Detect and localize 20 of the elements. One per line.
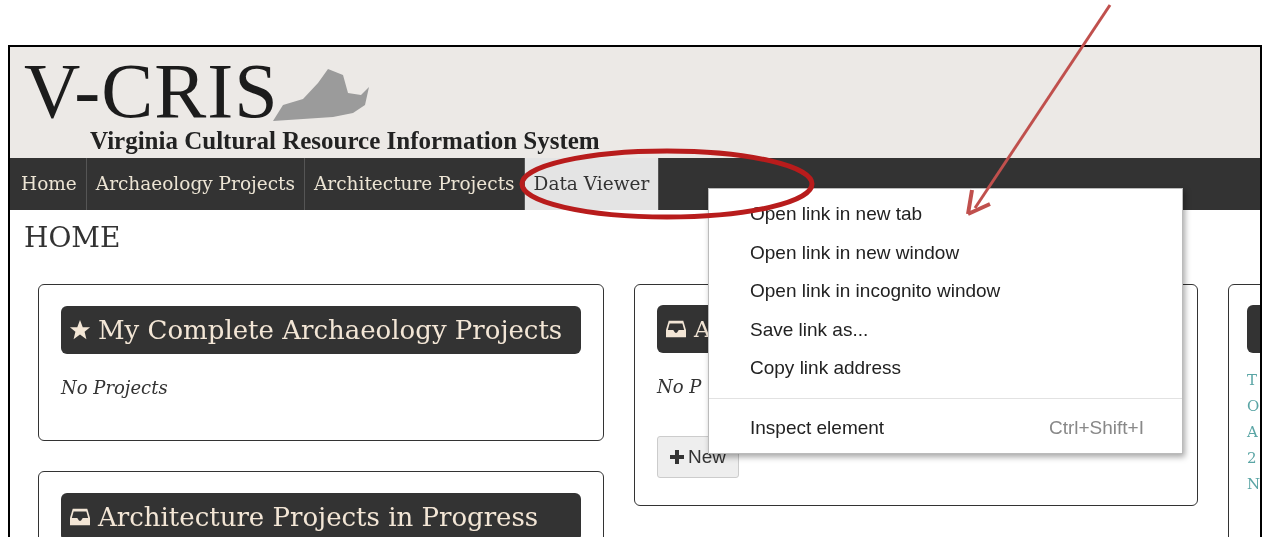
menu-item[interactable]: Open link in incognito window [709,272,1182,311]
nav-tab[interactable]: Data Viewer [524,158,660,210]
empty-message: No P [657,375,702,399]
nav-tab[interactable]: Architecture Projects [305,158,525,210]
empty-message: No Projects [61,376,168,400]
star-icon [69,319,91,341]
nav-tab[interactable]: Home [12,158,87,210]
inbox-icon [69,507,91,527]
card-title: Architecture Projects in Progress [98,500,539,534]
menu-item[interactable]: Open link in new window [709,233,1182,272]
logo-text: V-CRIS [24,55,279,127]
inbox-icon [665,319,687,339]
logo-subtitle: Virginia Cultural Resource Information System [90,127,601,155]
nav-tab[interactable]: Archaeology Projects [86,158,305,210]
card-title: My Complete Archaeology Projects [98,313,563,347]
shortcut-text: Ctrl+Shift+I [1048,415,1144,440]
menu-item[interactable]: Copy link address [709,349,1182,388]
plus-icon [670,450,684,464]
menu-item[interactable]: Save link as... [709,310,1182,349]
page-title: HOME [24,222,121,254]
